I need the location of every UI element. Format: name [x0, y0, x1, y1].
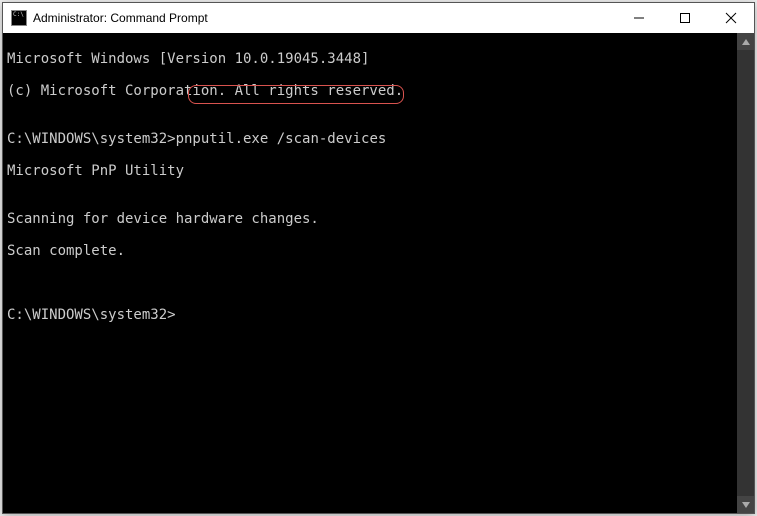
- vertical-scrollbar[interactable]: [737, 33, 754, 513]
- output-line: Microsoft PnP Utility: [7, 163, 733, 179]
- chevron-down-icon: [742, 502, 750, 508]
- prompt-line-current[interactable]: C:\WINDOWS\system32>: [7, 307, 733, 323]
- prompt-prefix: C:\WINDOWS\system32>: [7, 131, 176, 147]
- maximize-button[interactable]: [662, 3, 708, 33]
- maximize-icon: [680, 13, 690, 23]
- scroll-up-button[interactable]: [737, 33, 754, 50]
- window-controls: [616, 3, 754, 33]
- body-area: Microsoft Windows [Version 10.0.19045.34…: [3, 33, 754, 513]
- minimize-button[interactable]: [616, 3, 662, 33]
- entered-command: pnputil.exe /scan-devices: [176, 131, 387, 147]
- output-line: Scanning for device hardware changes.: [7, 211, 733, 227]
- window-title: Administrator: Command Prompt: [33, 11, 208, 25]
- output-line: (c) Microsoft Corporation. All rights re…: [7, 83, 733, 99]
- output-line: Microsoft Windows [Version 10.0.19045.34…: [7, 51, 733, 67]
- prompt-line: C:\WINDOWS\system32>pnputil.exe /scan-de…: [7, 131, 733, 147]
- output-line: Scan complete.: [7, 243, 733, 259]
- scroll-down-button[interactable]: [737, 496, 754, 513]
- minimize-icon: [634, 13, 644, 23]
- close-icon: [725, 12, 737, 24]
- terminal-output[interactable]: Microsoft Windows [Version 10.0.19045.34…: [3, 33, 737, 513]
- chevron-up-icon: [742, 39, 750, 45]
- close-button[interactable]: [708, 3, 754, 33]
- cmd-icon: [11, 10, 27, 26]
- titlebar[interactable]: Administrator: Command Prompt: [3, 3, 754, 33]
- command-prompt-window: Administrator: Command Prompt Microsoft …: [2, 2, 755, 514]
